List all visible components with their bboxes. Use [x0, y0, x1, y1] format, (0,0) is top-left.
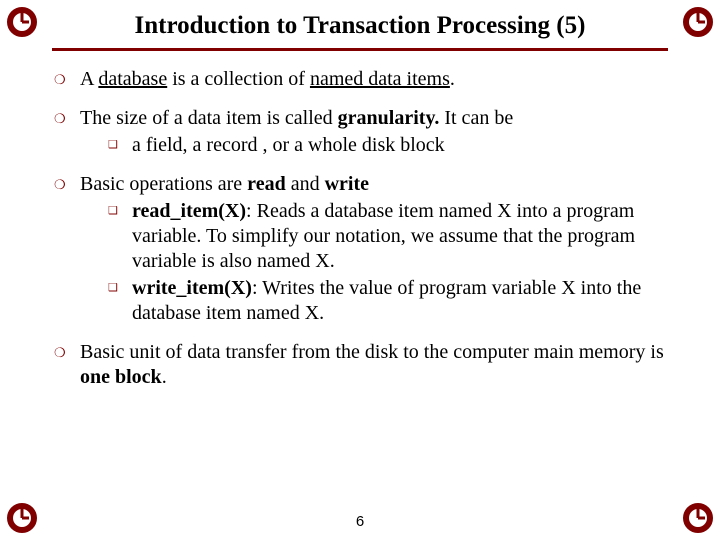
square-bullet-icon: ❑	[108, 276, 132, 296]
text: write_item(X)	[132, 277, 252, 299]
text: Basic unit of data transfer from the dis…	[80, 341, 664, 363]
sub-list-item: ❑ write_item(X): Writes the value of pro…	[80, 276, 672, 326]
list-item-text: The size of a data item is called granul…	[80, 106, 672, 158]
list-item: ❍ The size of a data item is called gran…	[54, 106, 672, 158]
text: database	[98, 68, 167, 90]
sub-list-text: a field, a record , or a whole disk bloc…	[132, 133, 672, 158]
text: .	[162, 366, 167, 388]
content-area: ❍ A database is a collection of named da…	[48, 67, 672, 390]
text: and	[286, 173, 325, 195]
slide-title: Introduction to Transaction Processing (…	[68, 12, 652, 40]
slide-body: Introduction to Transaction Processing (…	[0, 0, 720, 540]
sub-list-item: ❑ read_item(X): Reads a database item na…	[80, 199, 672, 274]
list-item: ❍ Basic operations are read and write ❑ …	[54, 172, 672, 326]
list-item-text: Basic operations are read and write ❑ re…	[80, 172, 672, 326]
square-bullet-icon: ❑	[108, 133, 132, 153]
list-item-text: A database is a collection of named data…	[80, 67, 672, 92]
text: read	[247, 173, 286, 195]
text: A	[80, 68, 98, 90]
list-item: ❍ A database is a collection of named da…	[54, 67, 672, 92]
sub-list-text: read_item(X): Reads a database item name…	[132, 199, 672, 274]
text: It can be	[439, 107, 513, 129]
text: Basic operations are	[80, 173, 247, 195]
text: .	[450, 68, 455, 90]
text: one block	[80, 366, 162, 388]
circle-bullet-icon: ❍	[54, 172, 80, 193]
page-number: 6	[0, 513, 720, 530]
title-divider	[52, 48, 668, 51]
circle-bullet-icon: ❍	[54, 67, 80, 88]
text: granularity.	[338, 107, 440, 129]
list-item: ❍ Basic unit of data transfer from the d…	[54, 340, 672, 390]
text: The size of a data item is called	[80, 107, 338, 129]
text: write	[325, 173, 369, 195]
sub-list-item: ❑ a field, a record , or a whole disk bl…	[80, 133, 672, 158]
sub-list-text: write_item(X): Writes the value of progr…	[132, 276, 672, 326]
circle-bullet-icon: ❍	[54, 340, 80, 361]
text: named data items	[310, 68, 450, 90]
square-bullet-icon: ❑	[108, 199, 132, 219]
text: is a collection of	[167, 68, 310, 90]
circle-bullet-icon: ❍	[54, 106, 80, 127]
list-item-text: Basic unit of data transfer from the dis…	[80, 340, 672, 390]
text: read_item(X)	[132, 200, 246, 222]
